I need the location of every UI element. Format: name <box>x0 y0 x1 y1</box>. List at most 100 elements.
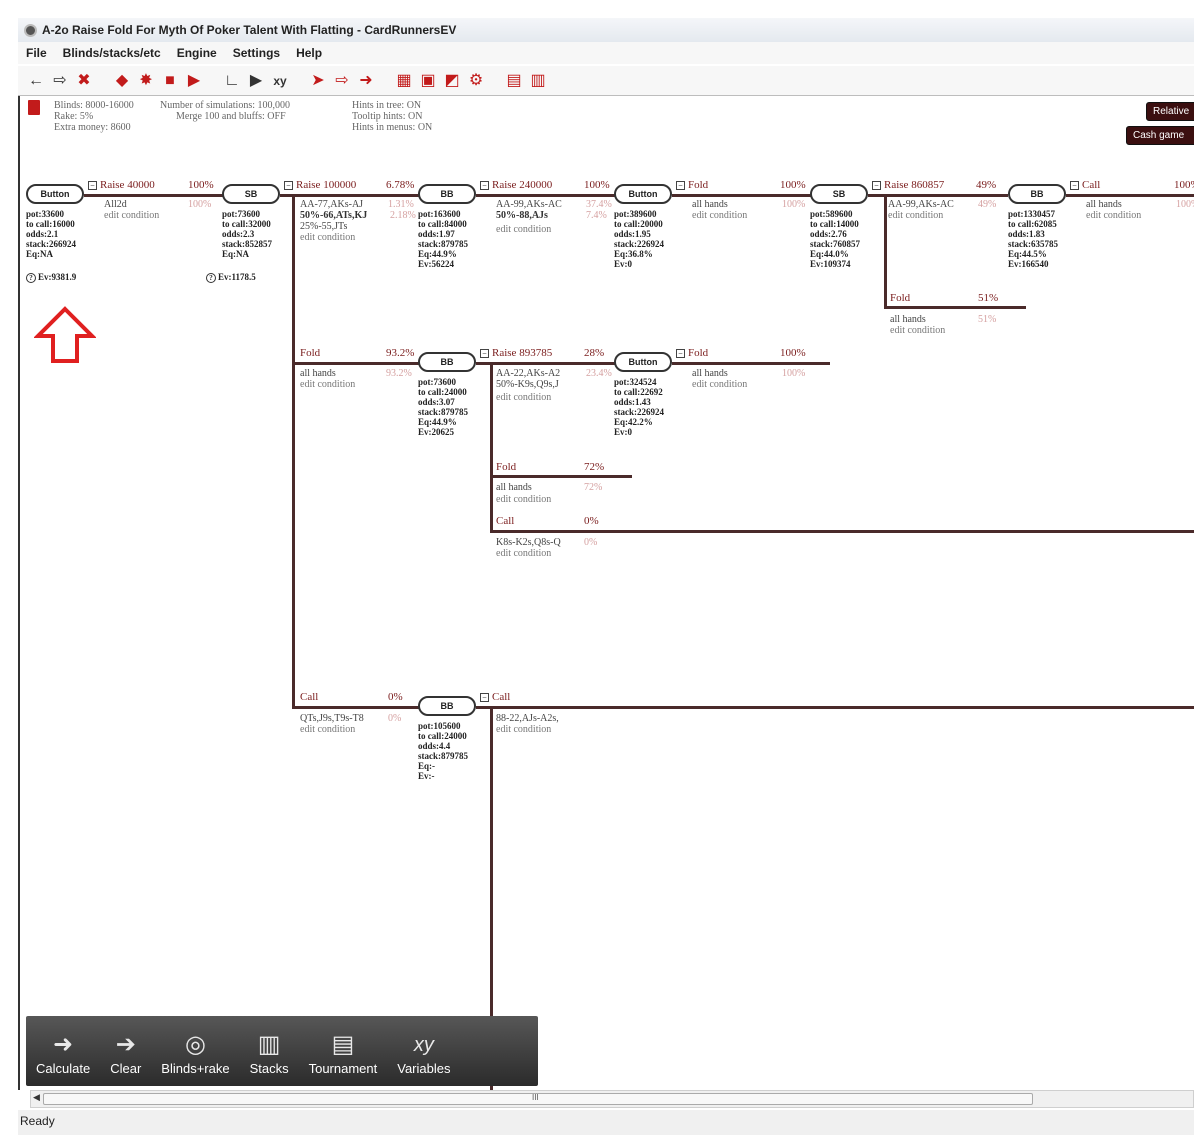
edit-condition-link[interactable]: edit condition <box>692 210 747 221</box>
info-icon[interactable]: ? <box>206 272 216 283</box>
edit-condition-link[interactable]: edit condition <box>104 210 159 221</box>
calculate-icon: ➜ <box>53 1031 74 1058</box>
collapse-icon[interactable]: − <box>284 180 293 190</box>
arrow-right-outline-icon[interactable]: ⇨ <box>332 71 352 91</box>
edit-condition-link[interactable]: edit condition <box>1086 210 1141 221</box>
xy-icon[interactable]: xy <box>270 71 290 91</box>
action-pct-2: 49% <box>978 199 997 210</box>
action-pct: 100% <box>1174 179 1194 191</box>
action-call[interactable]: Call <box>496 515 514 527</box>
import-icon[interactable]: ▥ <box>528 71 548 91</box>
node-sb-1-stats: pot:73600 to call:32000 odds:2.3 stack:8… <box>222 209 272 259</box>
edit-condition-link[interactable]: edit condition <box>496 724 551 735</box>
edit-condition-link[interactable]: edit condition <box>496 392 551 403</box>
node-sb-2[interactable]: SB <box>810 184 868 204</box>
relative-button[interactable]: Relative <box>1146 102 1194 121</box>
node-button-2[interactable]: Button <box>614 184 672 204</box>
back-arrow-icon[interactable]: ← <box>26 71 46 91</box>
arrow-right-red-icon[interactable]: ➜ <box>356 71 376 91</box>
edit-condition-link[interactable]: edit condition <box>888 210 943 221</box>
action-raise-893785[interactable]: − Raise 893785 <box>480 347 552 359</box>
menu-engine[interactable]: Engine <box>169 46 225 60</box>
action-range-3: 25%-55,JTs <box>300 221 348 232</box>
collapse-icon[interactable]: − <box>480 180 489 190</box>
action-raise-860857[interactable]: − Raise 860857 <box>872 179 944 191</box>
action-call[interactable]: Call <box>300 691 318 703</box>
action-call[interactable]: − Call <box>480 691 510 703</box>
action-pct-2: 100% <box>188 199 212 210</box>
group1-icon-c[interactable]: ■ <box>160 71 180 91</box>
node-bb-3[interactable]: BB <box>418 352 476 372</box>
collapse-icon[interactable]: − <box>88 180 97 190</box>
action-fold[interactable]: − Fold <box>676 179 708 191</box>
action-raise-40000[interactable]: − Raise 40000 <box>88 179 155 191</box>
edit-condition-link[interactable]: edit condition <box>496 224 551 235</box>
table-icon[interactable]: ▦ <box>394 71 414 91</box>
delete-icon[interactable]: ✖ <box>74 71 94 91</box>
window-title: A-2o Raise Fold For Myth Of Poker Talent… <box>42 23 457 37</box>
node-sb-1[interactable]: SB <box>222 184 280 204</box>
group1-icon-a[interactable]: ◆ <box>112 71 132 91</box>
split-icon[interactable]: ◩ <box>442 71 462 91</box>
tournament-icon: ▤ <box>331 1031 355 1058</box>
edit-condition-link[interactable]: edit condition <box>496 494 551 505</box>
action-fold[interactable]: Fold <box>890 292 910 304</box>
action-fold[interactable]: Fold <box>496 461 516 473</box>
blinds-rake-label: Blinds+rake <box>161 1061 230 1076</box>
export-icon[interactable]: ▤ <box>504 71 524 91</box>
play-icon[interactable]: ▶ <box>246 71 266 91</box>
gear-icon[interactable]: ⚙ <box>466 71 486 91</box>
blinds-rake-button[interactable]: ◎ Blinds+rake <box>161 1031 229 1076</box>
node-button-1[interactable]: Button <box>26 184 84 204</box>
graph-icon[interactable]: ∟ <box>222 71 242 91</box>
node-bb-1-stats: pot:163600 to call:84000 odds:1.97 stack… <box>418 209 468 269</box>
stacks-icon: ▥ <box>257 1031 281 1058</box>
edit-condition-link[interactable]: edit condition <box>300 232 355 243</box>
variables-button[interactable]: xy Variables <box>397 1031 450 1076</box>
stacks-button[interactable]: ▥ Stacks <box>250 1031 289 1076</box>
node-bb-4[interactable]: BB <box>418 696 476 716</box>
node-button-1-ev: ? Ev:9381.9 <box>26 272 76 283</box>
action-raise-100000[interactable]: − Raise 100000 <box>284 179 356 191</box>
node-bb-2[interactable]: BB <box>1008 184 1066 204</box>
arrow-left-red-icon[interactable]: ➤ <box>308 71 328 91</box>
clear-button[interactable]: ➔ Clear <box>110 1031 141 1076</box>
edit-condition-link[interactable]: edit condition <box>890 325 945 336</box>
collapse-icon[interactable]: − <box>480 692 489 702</box>
group1-icon-d[interactable]: ▶ <box>184 71 204 91</box>
node-button-3[interactable]: Button <box>614 352 672 372</box>
edge-bb3-fold <box>490 475 632 478</box>
calculate-button[interactable]: ➜ Calculate <box>36 1031 90 1076</box>
scroll-thumb[interactable]: III <box>43 1093 1033 1105</box>
edge-sb-vertical <box>292 194 295 708</box>
menu-settings[interactable]: Settings <box>225 46 288 60</box>
collapse-icon[interactable]: − <box>676 348 685 358</box>
action-fold[interactable]: − Fold <box>676 347 708 359</box>
collapse-icon[interactable]: − <box>676 180 685 190</box>
forward-arrow-icon[interactable]: ⇨ <box>50 71 70 91</box>
info-icon[interactable]: ? <box>26 272 36 283</box>
tree-canvas[interactable]: Blinds: 8000-16000 Rake: 5% Extra money:… <box>18 96 1194 1090</box>
edit-condition-link[interactable]: edit condition <box>692 379 747 390</box>
bottom-action-bar: ➜ Calculate ➔ Clear ◎ Blinds+rake ▥ Stac… <box>26 1016 538 1086</box>
menu-help[interactable]: Help <box>288 46 330 60</box>
grid-icon[interactable]: ▣ <box>418 71 438 91</box>
scroll-left-icon[interactable]: ◀ <box>33 1092 40 1103</box>
action-fold[interactable]: Fold <box>300 347 320 359</box>
menu-file[interactable]: File <box>18 46 55 60</box>
cash-game-button[interactable]: Cash game <box>1126 126 1194 145</box>
menu-blinds-stacks[interactable]: Blinds/stacks/etc <box>55 46 169 60</box>
edge-sb2-vertical <box>884 194 887 308</box>
edit-condition-link[interactable]: edit condition <box>300 379 355 390</box>
node-bb-1[interactable]: BB <box>418 184 476 204</box>
action-raise-240000[interactable]: − Raise 240000 <box>480 179 552 191</box>
collapse-icon[interactable]: − <box>1070 180 1079 190</box>
group1-icon-b[interactable]: ✸ <box>136 71 156 91</box>
horizontal-scrollbar[interactable]: ◀ III <box>30 1090 1194 1108</box>
edit-condition-link[interactable]: edit condition <box>300 724 355 735</box>
edit-condition-link[interactable]: edit condition <box>496 548 551 559</box>
tournament-button[interactable]: ▤ Tournament <box>309 1031 378 1076</box>
collapse-icon[interactable]: − <box>872 180 881 190</box>
collapse-icon[interactable]: − <box>480 348 489 358</box>
action-call[interactable]: − Call <box>1070 179 1100 191</box>
